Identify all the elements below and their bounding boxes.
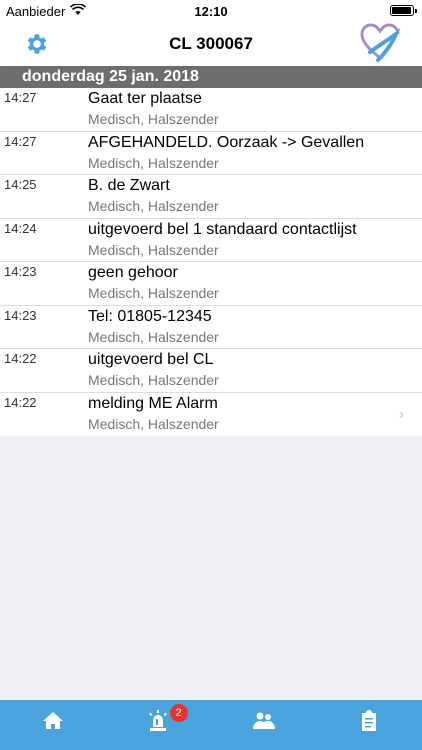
event-time: 14:23: [4, 264, 37, 279]
event-list: 14:27 Gaat ter plaatse Medisch, Halszender…: [0, 88, 422, 436]
event-time: 14:25: [4, 177, 37, 192]
status-time: 12:10: [194, 4, 228, 19]
event-text: melding ME Alarm: [88, 394, 218, 412]
event-time: 14:22: [4, 351, 37, 366]
heart-logo-icon: [360, 23, 401, 62]
event-row[interactable]: 14:27 AFGEHANDELD. Oorzaak -> Gevallen Med…: [0, 132, 422, 175]
event-row[interactable]: 14:22 uitgevoerd bel CL Medisch, Halszende…: [0, 349, 422, 393]
chevron-right-icon: ›: [398, 405, 404, 423]
event-text: B. de Zwart: [88, 177, 170, 194]
event-time: 14:24: [4, 220, 37, 236]
event-category: Medisch, Halszender: [88, 328, 219, 345]
event-text: geen gehoor: [88, 264, 178, 281]
users-icon: [252, 712, 275, 729]
event-row[interactable]: 14:25 B. de Zwart Medisch, Halszender: [0, 175, 422, 219]
event-row[interactable]: 14:22 melding ME Alarm Medisch, Halszender…: [0, 393, 422, 437]
event-row[interactable]: 14:23 geen gehoor Medisch, Halszender: [0, 262, 422, 306]
event-row[interactable]: 14:24 uitgevoerd bel 1 standaard contactl…: [0, 219, 422, 262]
date-section-header: donderdag 25 jan. 2018: [0, 66, 422, 88]
event-category: Medisch, Halszender: [88, 241, 219, 258]
status-bar: Aanbieder 12:10: [0, 0, 422, 22]
event-category: Medisch, Halszender: [88, 111, 219, 127]
home-icon: [42, 712, 63, 729]
event-text: Gaat ter plaatse: [88, 90, 202, 107]
event-row[interactable]: 14:27 Gaat ter plaatse Medisch, Halszender: [0, 88, 422, 132]
tab-reports[interactable]: [317, 700, 422, 750]
tab-home[interactable]: [0, 700, 106, 750]
clipboard-icon: [362, 710, 377, 731]
event-text: uitgevoerd bel 1 standaard contactlijst: [88, 220, 357, 238]
event-time: 14:27: [4, 133, 37, 149]
event-row[interactable]: 14:23 Tel: 01805-12345 Medisch, Halszender: [0, 306, 422, 349]
event-time: 14:23: [4, 307, 37, 323]
event-category: Medisch, Halszender: [88, 154, 219, 171]
event-text: Tel: 01805-12345: [88, 307, 212, 325]
tab-bar: 2: [0, 700, 422, 750]
event-category: Medisch, Halszender: [88, 285, 219, 301]
navigation-bar: CL 300067: [0, 22, 422, 66]
event-text: AFGEHANDELD. Oorzaak -> Gevallen: [88, 133, 365, 151]
event-category: Medisch, Halszender: [88, 198, 219, 214]
event-time: 14:22: [4, 394, 37, 410]
battery-icon: [390, 5, 417, 16]
event-time: 14:27: [4, 90, 37, 105]
alarm-light-icon: [149, 710, 168, 731]
tab-alarms[interactable]: 2: [106, 700, 212, 750]
event-category: Medisch, Halszender: [88, 415, 219, 432]
tab-contacts[interactable]: [211, 700, 317, 750]
event-category: Medisch, Halszender: [88, 372, 219, 388]
alarm-count-badge: 2: [169, 704, 188, 722]
event-text: uitgevoerd bel CL: [88, 351, 214, 368]
